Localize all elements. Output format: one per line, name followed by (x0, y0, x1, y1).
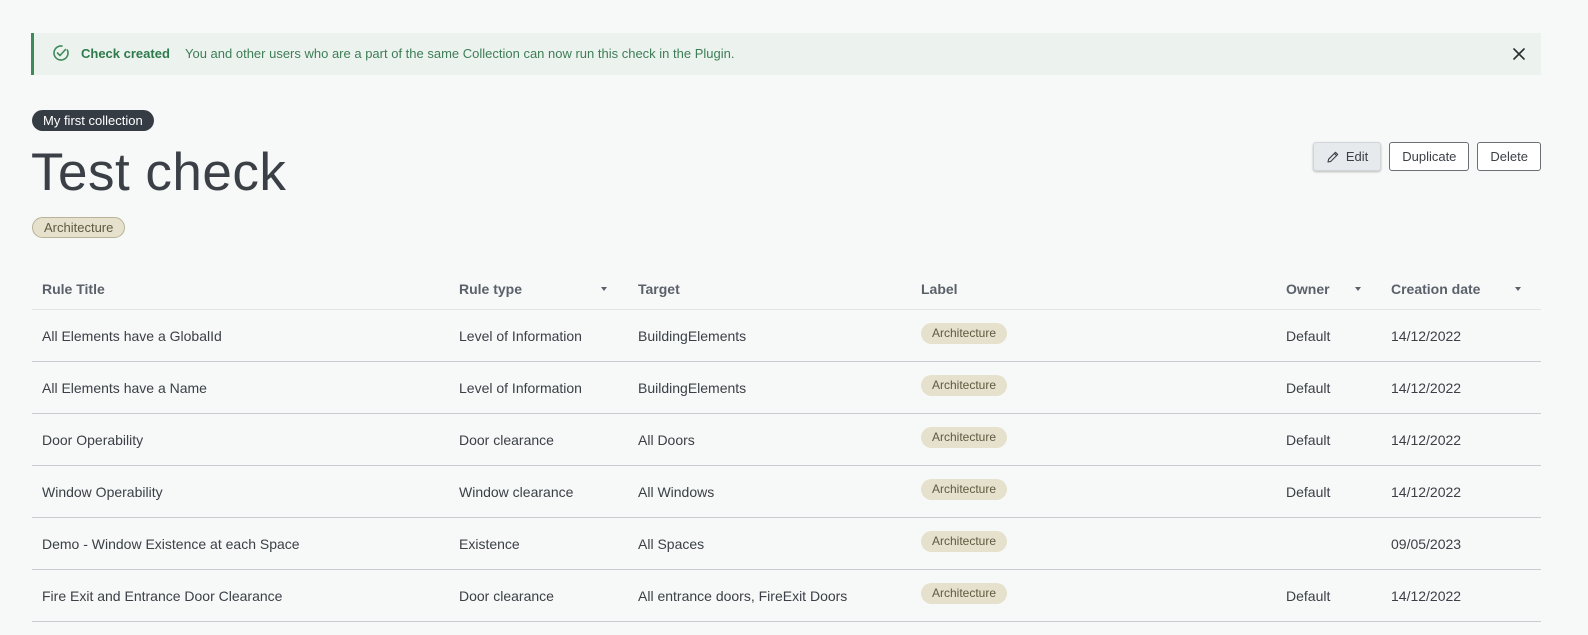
cell-target: BuildingElements (638, 380, 747, 396)
collection-badge[interactable]: My first collection (32, 110, 154, 131)
table-row[interactable]: Demo - Window Existence at each Space Ex… (32, 518, 1541, 570)
table-row[interactable]: Door Operability Door clearance All Door… (32, 414, 1541, 466)
cell-target: All entrance doors, FireExit Doors (638, 588, 848, 604)
cell-creation-date: 14/12/2022 (1391, 328, 1462, 344)
duplicate-button[interactable]: Duplicate (1389, 142, 1470, 171)
cell-rule-type: Door clearance (459, 432, 554, 448)
label-tag: Architecture (921, 427, 1008, 448)
cell-owner: Default (1286, 588, 1331, 604)
cell-creation-date: 14/12/2022 (1391, 380, 1462, 396)
cell-target: All Spaces (638, 536, 705, 552)
header-owner[interactable]: Owner (1286, 281, 1330, 297)
cell-owner: Default (1286, 484, 1331, 500)
page-title: Test check (31, 143, 287, 202)
check-tag: Architecture (32, 217, 126, 238)
cell-rule-title: Door Operability (42, 432, 144, 448)
table-row[interactable]: Window Operability Window clearance All … (32, 466, 1541, 518)
label-tag: Architecture (921, 583, 1008, 604)
cell-rule-type: Level of Information (459, 380, 582, 396)
cell-creation-date: 14/12/2022 (1391, 588, 1462, 604)
rules-table: Rule Title Rule type Target Label Owner … (32, 267, 1541, 622)
label-tag: Architecture (921, 531, 1008, 552)
header-target[interactable]: Target (638, 281, 680, 297)
edit-button-label: Edit (1345, 149, 1369, 164)
table-header: Rule Title Rule type Target Label Owner … (32, 267, 1541, 310)
pencil-icon (1327, 151, 1339, 163)
cell-rule-type: Level of Information (459, 328, 582, 344)
sort-caret-icon[interactable] (1515, 287, 1521, 291)
cell-target: All Doors (638, 432, 695, 448)
cell-creation-date: 14/12/2022 (1391, 484, 1462, 500)
cell-rule-title: Fire Exit and Entrance Door Clearance (42, 588, 283, 604)
cell-rule-type: Door clearance (459, 588, 554, 604)
cell-rule-title: All Elements have a Name (42, 380, 207, 396)
table-row[interactable]: All Elements have a GlobalId Level of In… (32, 310, 1541, 362)
success-banner: Check created You and other users who ar… (31, 33, 1541, 75)
banner-message: You and other users who are a part of th… (185, 46, 735, 61)
cell-creation-date: 14/12/2022 (1391, 432, 1462, 448)
cell-rule-type: Existence (459, 536, 520, 552)
check-circle-icon (53, 45, 69, 61)
sort-caret-icon[interactable] (1355, 287, 1361, 291)
header-creation-date[interactable]: Creation date (1391, 281, 1480, 297)
header-rule-type[interactable]: Rule type (459, 281, 522, 297)
cell-owner: Default (1286, 328, 1331, 344)
header-label[interactable]: Label (921, 281, 958, 297)
label-tag: Architecture (921, 375, 1008, 396)
table-row[interactable]: Fire Exit and Entrance Door Clearance Do… (32, 570, 1541, 622)
cell-target: All Windows (638, 484, 715, 500)
cell-rule-title: All Elements have a GlobalId (42, 328, 222, 344)
close-icon[interactable] (1509, 44, 1529, 64)
banner-title: Check created (81, 46, 170, 61)
cell-target: BuildingElements (638, 328, 747, 344)
edit-button[interactable]: Edit (1312, 142, 1382, 171)
cell-owner: Default (1286, 432, 1331, 448)
cell-rule-title: Window Operability (42, 484, 163, 500)
cell-creation-date: 09/05/2023 (1391, 536, 1462, 552)
sort-caret-icon[interactable] (601, 287, 607, 291)
cell-rule-title: Demo - Window Existence at each Space (42, 536, 300, 552)
cell-owner: Default (1286, 380, 1331, 396)
delete-button[interactable]: Delete (1477, 142, 1541, 171)
label-tag: Architecture (921, 479, 1008, 500)
label-tag: Architecture (921, 323, 1008, 344)
header-rule-title[interactable]: Rule Title (42, 281, 105, 297)
cell-rule-type: Window clearance (459, 484, 574, 500)
action-bar: Edit Duplicate Delete (1312, 142, 1541, 171)
table-row[interactable]: All Elements have a Name Level of Inform… (32, 362, 1541, 414)
